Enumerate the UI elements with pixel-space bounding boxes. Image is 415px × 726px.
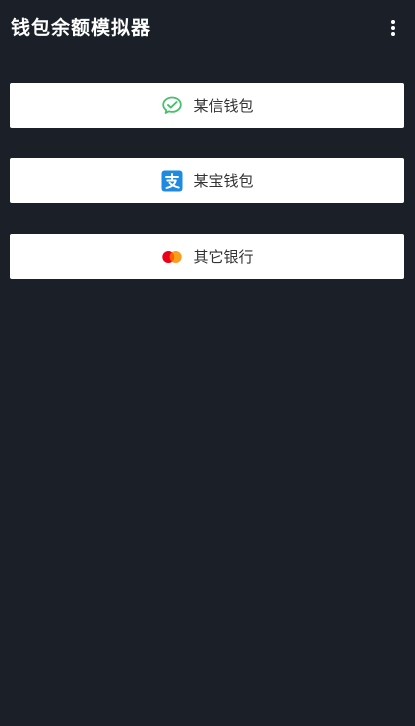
menu-dot: [391, 32, 395, 36]
alipay-wallet-button[interactable]: 某宝钱包: [10, 158, 404, 203]
app-title: 钱包余额模拟器: [11, 17, 152, 39]
mastercard-icon: [160, 245, 184, 269]
more-vertical-icon[interactable]: [385, 16, 401, 40]
wallet-label: 某信钱包: [193, 96, 254, 115]
wallet-label: 其它银行: [193, 247, 254, 266]
menu-dot: [391, 20, 395, 24]
alipay-icon: [160, 169, 184, 193]
wallet-label: 某宝钱包: [193, 171, 254, 190]
wechat-wallet-button[interactable]: 某信钱包: [10, 83, 404, 128]
menu-dot: [391, 26, 395, 30]
chat-bubble-check-icon: [160, 94, 184, 118]
other-bank-button[interactable]: 其它银行: [10, 234, 404, 279]
app-bar: 钱包余额模拟器: [0, 0, 415, 56]
